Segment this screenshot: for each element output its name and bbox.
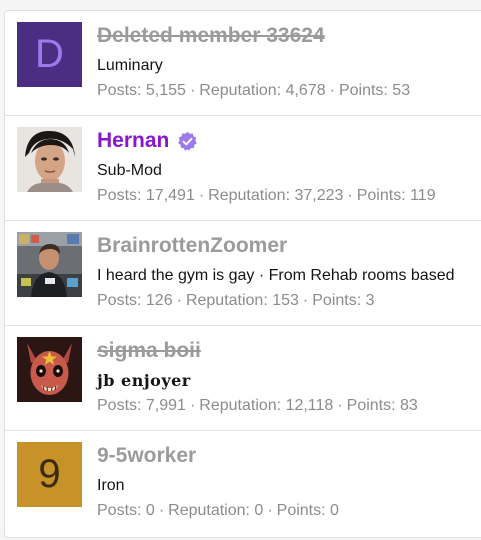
separator: ·	[337, 397, 343, 414]
member-info: Deleted member 33624 Luminary Posts: 5,1…	[97, 24, 481, 100]
avatar-letter: D	[35, 32, 64, 76]
posts-count[interactable]: Posts: 7,991	[97, 397, 186, 414]
points-count: Points: 53	[338, 82, 411, 99]
avatar-letter: 9	[38, 452, 61, 496]
member-name-text: 9-5worker	[97, 444, 197, 467]
member-title: I heard the gym is gay · From Rehab room…	[97, 267, 455, 284]
reputation-count: Reputation: 4,678	[199, 82, 326, 99]
member-name-text: BrainrottenZoomer	[97, 234, 288, 257]
reputation-count: Reputation: 153	[185, 292, 299, 309]
points-count: Points: 0	[276, 502, 339, 519]
member-title: Sub-Mod	[97, 162, 162, 179]
member-title: Luminary	[97, 57, 163, 74]
member-info: BrainrottenZoomer I heard the gym is gay…	[97, 234, 481, 310]
points-count: Points: 119	[356, 187, 436, 204]
member-info: sigma boii jb enjoyer Posts: 7,991 · Reput…	[97, 339, 481, 415]
member-row: sigma boii jb enjoyer Posts: 7,991 · Reput…	[5, 326, 481, 431]
avatar-image	[17, 127, 82, 192]
separator: ·	[302, 292, 309, 309]
member-info: Hernan Sub-Mod Posts: 17,491 · Reputation:…	[97, 129, 481, 205]
avatar[interactable]	[17, 232, 82, 297]
separator: ·	[176, 292, 182, 309]
member-name-text: sigma boii	[97, 339, 201, 362]
separator: ·	[267, 502, 273, 519]
reputation-count: Reputation: 12,118	[199, 397, 334, 414]
reputation-count: Reputation: 0	[168, 502, 264, 519]
points-count: Points: 3	[312, 292, 375, 309]
avatar[interactable]	[17, 337, 82, 402]
separator: ·	[347, 187, 353, 204]
member-name[interactable]: BrainrottenZoomer	[97, 234, 481, 258]
separator: ·	[158, 502, 165, 519]
member-name-text: Deleted member 33624	[97, 24, 325, 47]
avatar-image	[17, 232, 82, 297]
member-name[interactable]: 9-5worker	[97, 444, 481, 468]
member-stats: Posts: 5,155 · Reputation: 4,678 · Points: 5…	[97, 81, 481, 100]
reputation-count: Reputation: 37,223	[208, 187, 344, 204]
separator: ·	[198, 187, 205, 204]
member-stats: Posts: 17,491 · Reputation: 37,223 · Points:…	[97, 186, 481, 205]
posts-count[interactable]: Posts: 17,491	[97, 187, 195, 204]
avatar[interactable]: 9	[17, 442, 82, 507]
separator: ·	[329, 82, 335, 99]
member-stats: Posts: 7,991 · Reputation: 12,118 · Points: …	[97, 396, 481, 415]
member-stats: Posts: 126 · Reputation: 153 · Points: 3	[97, 291, 481, 310]
points-count: Points: 83	[346, 397, 418, 414]
member-row: D Deleted member 33624 Luminary Posts: 5…	[5, 11, 481, 116]
member-name[interactable]: Deleted member 33624	[97, 24, 481, 48]
member-title: jb enjoyer	[97, 371, 191, 390]
posts-count[interactable]: Posts: 126	[97, 292, 173, 309]
separator: ·	[189, 397, 196, 414]
posts-count[interactable]: Posts: 0	[97, 502, 155, 519]
member-name-text: Hernan	[97, 129, 170, 152]
avatar-image	[17, 337, 82, 402]
separator: ·	[189, 82, 196, 99]
member-row: 9 9-5worker Iron Posts: 0 · Reputation: 0 ·…	[5, 431, 481, 536]
member-list: D Deleted member 33624 Luminary Posts: 5…	[4, 10, 481, 538]
member-name[interactable]: Hernan	[97, 129, 481, 153]
member-name[interactable]: sigma boii	[97, 339, 481, 363]
posts-count[interactable]: Posts: 5,155	[97, 82, 186, 99]
member-info: 9-5worker Iron Posts: 0 · Reputation: 0 · Po…	[97, 444, 481, 520]
member-row: Hernan Sub-Mod Posts: 17,491 · Reputation:…	[5, 116, 481, 221]
verified-badge-icon	[178, 131, 198, 151]
member-stats: Posts: 0 · Reputation: 0 · Points: 0	[97, 501, 481, 520]
avatar[interactable]: D	[17, 22, 82, 87]
avatar[interactable]	[17, 127, 82, 192]
member-title: Iron	[97, 477, 125, 494]
member-row: BrainrottenZoomer I heard the gym is gay…	[5, 221, 481, 326]
